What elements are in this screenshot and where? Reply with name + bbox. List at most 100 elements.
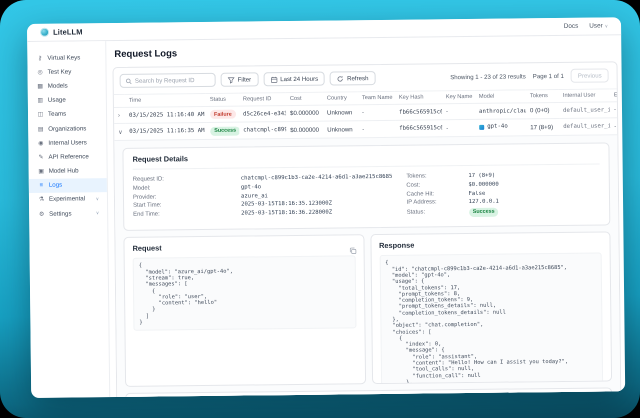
sidebar: ⚷ Virtual Keys ◎ Test Key ▦ Models ▥ Usa… <box>27 41 110 398</box>
request-json: { "model": "azure_ai/gpt-4o", "stream": … <box>133 256 356 331</box>
cell-internal-user: default_user_id <box>559 102 610 119</box>
col-request-id: Request ID <box>239 93 286 107</box>
cell-tokens: 0 (0+0) <box>526 102 559 119</box>
cache-hit-value: False <box>468 190 485 196</box>
calendar-icon <box>270 76 277 83</box>
cell-key-name: - <box>442 103 475 120</box>
col-country: Country <box>323 92 358 105</box>
cell-tokens: 17 (8+9) <box>526 119 559 135</box>
cell-end-user: - <box>610 118 617 134</box>
sidebar-item-label: Internal Users <box>48 139 87 146</box>
test-key-icon: ◎ <box>37 69 44 76</box>
time-range-button[interactable]: Last 24 Hours <box>263 72 325 87</box>
key-icon: ⚷ <box>36 54 43 61</box>
logs-table: Time Status Request ID Cost Country Team… <box>114 88 617 139</box>
search-input[interactable] <box>135 76 210 84</box>
funnel-icon <box>228 76 235 83</box>
time-range-button-label: Last 24 Hours <box>280 75 318 82</box>
end-time-value: 2025-03-15T18:16:36.228000Z <box>241 209 332 216</box>
sidebar-item-organizations[interactable]: ▤ Organizations <box>28 121 106 136</box>
user-menu[interactable]: User ∨ <box>589 22 608 29</box>
sidebar-item-label: Teams <box>48 111 66 118</box>
sidebar-item-usage[interactable]: ▥ Usage <box>28 93 106 108</box>
cell-key-hash: fb66c565915c6... <box>395 120 442 136</box>
results-count: Showing 1 - 23 of 23 results <box>450 73 526 81</box>
col-time: Time <box>125 93 206 107</box>
field-label: Status: <box>407 209 469 216</box>
expand-row-icon[interactable]: › <box>118 113 120 119</box>
col-end-user: End User <box>610 89 618 102</box>
search-icon <box>126 77 132 84</box>
sidebar-item-test-key[interactable]: ◎ Test Key <box>27 64 105 79</box>
sidebar-item-label: Usage <box>48 97 66 104</box>
refresh-button[interactable]: Refresh <box>330 71 375 86</box>
docs-link[interactable]: Docs <box>564 23 579 30</box>
cell-country: Unknown <box>323 105 358 122</box>
copy-icon[interactable] <box>349 242 356 260</box>
response-json: { "id": "chatcmpl-c899c1b3-ca2e-4214-a6d… <box>379 253 603 385</box>
chevron-down-icon: ∨ <box>96 210 102 216</box>
sidebar-item-models[interactable]: ▦ Models <box>28 78 106 93</box>
gear-icon: ⚙ <box>38 210 45 217</box>
cell-model: anthropic/claude-... <box>475 103 526 120</box>
expanded-row-detail: Request Details Request ID:chatcmpl-c899… <box>114 134 620 398</box>
sidebar-item-teams[interactable]: ◫ Teams <box>28 107 106 122</box>
cell-time: 03/15/2025 11:16:35 AM <box>125 123 206 140</box>
col-status: Status <box>206 93 239 106</box>
sidebar-item-logs[interactable]: ≡ Logs <box>29 178 107 193</box>
request-id-value: chatcmpl-c899c1b3-ca2e-4214-a6d1-a3ae215… <box>241 174 393 182</box>
logs-card: Filter Last 24 Hours Refresh Showing 1 -… <box>112 61 621 398</box>
col-internal-user: Internal User <box>559 89 610 103</box>
sidebar-item-label: Organizations <box>48 125 86 132</box>
sidebar-item-experimental[interactable]: ⚗ Experimental ∨ <box>29 192 107 207</box>
building-icon: ▤ <box>37 125 44 132</box>
cell-cost: $0.000000 <box>286 105 323 122</box>
field-label: Tokens: <box>406 173 468 180</box>
brand-name: LiteLLM <box>53 27 83 36</box>
tokens-value: 17 (8+9) <box>468 173 495 179</box>
status-badge: Success <box>210 126 239 135</box>
col-team-name: Team Name <box>358 91 395 104</box>
metadata-card: Metadata <box>125 388 612 398</box>
sidebar-item-model-hub[interactable]: ▣ Model Hub <box>29 164 107 179</box>
refresh-icon <box>337 75 344 82</box>
teams-icon: ◫ <box>37 111 44 118</box>
app-window: LiteLLM Docs User ∨ ⚷ Virtual Keys ◎ Tes… <box>27 17 625 398</box>
logs-icon: ≡ <box>38 183 45 189</box>
field-label: Cache Hit: <box>406 191 468 198</box>
cell-key-hash: fb66c565915c6... <box>395 104 442 121</box>
cell-team: - <box>358 104 395 121</box>
sidebar-item-settings[interactable]: ⚙ Settings ∨ <box>29 206 107 221</box>
col-model: Model <box>475 90 526 104</box>
field-label: Model: <box>133 185 241 192</box>
sidebar-item-label: Test Key <box>48 68 72 75</box>
filter-button[interactable]: Filter <box>221 72 259 86</box>
provider-value: azure_ai <box>241 193 268 199</box>
sidebar-item-label: Logs <box>49 182 63 189</box>
field-label: Request ID: <box>133 176 241 183</box>
model-value: gpt-4o <box>241 184 261 190</box>
cyan-backdrop: LiteLLM Docs User ∨ ⚷ Virtual Keys ◎ Tes… <box>0 0 640 418</box>
field-label: IP Address: <box>407 199 469 206</box>
ip-address-value: 127.0.0.1 <box>469 199 499 205</box>
field-label: End Time: <box>133 210 241 217</box>
cell-end-user: - <box>610 102 617 119</box>
sidebar-item-internal-users[interactable]: ◉ Internal Users <box>28 135 106 150</box>
previous-page-button[interactable]: Previous <box>571 68 609 82</box>
cell-cost: $0.000000 <box>286 122 323 138</box>
pencil-icon: ✎ <box>37 154 44 161</box>
cell-country: Unknown <box>323 121 358 137</box>
hub-icon: ▣ <box>38 168 45 175</box>
refresh-button-label: Refresh <box>347 75 368 82</box>
sidebar-item-virtual-keys[interactable]: ⚷ Virtual Keys <box>27 50 105 65</box>
request-panel: Request { "model": "azure_ai/gpt-4o", "s… <box>123 235 365 388</box>
metadata-title: Metadata <box>135 395 602 398</box>
sidebar-item-api-reference[interactable]: ✎ API Reference <box>28 149 106 164</box>
main-content: Request Logs Filter <box>106 35 625 397</box>
user-icon: ◉ <box>37 140 44 147</box>
response-panel-title: Response <box>379 239 602 251</box>
sidebar-item-label: Experimental <box>49 196 85 203</box>
cell-time: 03/15/2025 11:16:40 AM <box>125 106 206 123</box>
request-details-card: Request Details Request ID:chatcmpl-c899… <box>122 142 610 231</box>
collapse-row-icon[interactable]: ∨ <box>118 129 122 135</box>
